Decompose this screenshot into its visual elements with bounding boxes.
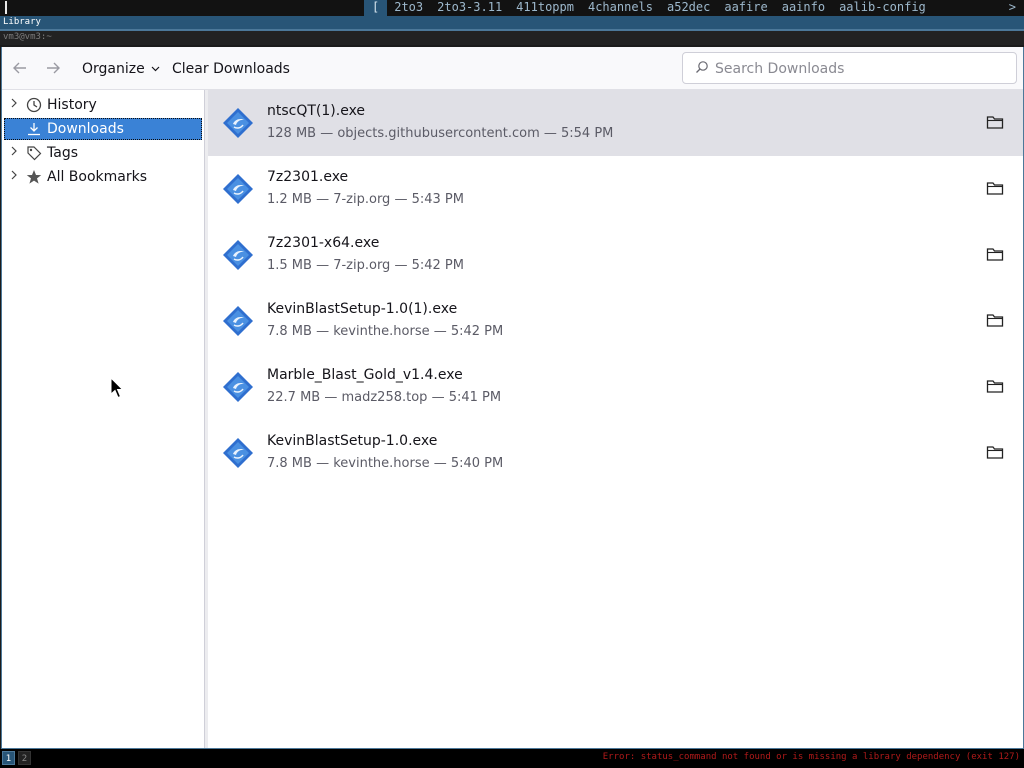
tag-icon [27,146,42,161]
launcher-item[interactable]: 2to3-3.11 [430,0,509,16]
sidebar-item-label: Tags [47,145,78,161]
forward-button[interactable] [43,59,63,79]
chevron-right-icon[interactable] [10,94,20,116]
search-input[interactable] [713,58,1007,80]
organize-label: Organize [82,61,145,77]
sidebar-item-label: All Bookmarks [47,169,148,185]
chevron-right-icon[interactable] [10,142,20,164]
download-details: 7.8 MB — kevinthe.horse — 5:42 PM [267,324,504,339]
download-item[interactable]: 7z2301.exe 1.2 MB — 7-zip.org — 5:43 PM [208,156,1023,222]
search-box[interactable] [682,52,1017,84]
toolbar: Organize Clear Downloads [2,47,1023,90]
download-details: 1.5 MB — 7-zip.org — 5:42 PM [267,258,464,273]
workspace-button[interactable]: 2 [18,751,31,765]
sidebar-item-all-bookmarks[interactable]: All Bookmarks [4,166,202,188]
launcher-item[interactable]: aafire [717,0,774,16]
launcher-item[interactable]: 2to3 [387,0,430,16]
status-bar: 1 2 Error: status_command not found or i… [0,749,1024,768]
launcher-item[interactable]: a52dec [660,0,717,16]
download-item[interactable]: KevinBlastSetup-1.0.exe 7.8 MB — kevinth… [208,420,1023,486]
folder-icon[interactable] [986,180,1004,196]
chevron-down-icon [151,66,160,72]
download-item[interactable]: KevinBlastSetup-1.0(1).exe 7.8 MB — kevi… [208,288,1023,354]
back-button[interactable] [10,59,30,79]
sidebar-item-label: Downloads [47,121,124,137]
clock-icon [26,97,42,113]
exe-file-icon [223,438,253,468]
sidebar-item-tags[interactable]: Tags [4,142,202,164]
download-filename: 7z2301.exe [267,169,349,185]
download-filename: Marble_Blast_Gold_v1.4.exe [267,367,463,383]
downloads-list: ntscQT(1).exe 128 MB — objects.githubuse… [208,90,1023,748]
download-details: 128 MB — objects.githubusercontent.com —… [267,126,614,141]
search-icon [696,61,708,73]
clear-downloads-button[interactable]: Clear Downloads [172,59,290,79]
sidebar-tree: History Downloads Tags All Bookmarks [2,90,205,748]
star-icon [26,170,42,184]
tab-title-bar[interactable]: vm3@vm3:~ [0,31,1024,45]
sidebar-item-label: History [47,97,97,113]
organize-menu-button[interactable]: Organize [82,59,160,79]
tab-title: vm3@vm3:~ [3,32,52,42]
folder-icon[interactable] [986,312,1004,328]
exe-file-icon [223,240,253,270]
folder-icon[interactable] [986,444,1004,460]
download-details: 7.8 MB — kevinthe.horse — 5:40 PM [267,456,504,471]
folder-icon[interactable] [986,246,1004,262]
launcher-more-indicator[interactable]: > [1009,0,1016,15]
launcher-item[interactable]: 411toppm [509,0,581,16]
text-cursor [5,1,7,14]
exe-file-icon [223,108,253,138]
mouse-pointer-icon [110,377,124,399]
launcher-item[interactable]: aainfo [775,0,832,16]
download-filename: KevinBlastSetup-1.0(1).exe [267,301,458,317]
window-title-bar[interactable]: Library [0,16,1024,31]
launcher-item[interactable]: [ [364,0,388,16]
launcher-item[interactable]: 4channels [581,0,660,16]
download-icon [28,123,40,136]
sidebar-item-history[interactable]: History [4,94,202,116]
folder-icon[interactable] [986,114,1004,130]
folder-icon[interactable] [986,378,1004,394]
download-item[interactable]: ntscQT(1).exe 128 MB — objects.githubuse… [208,90,1023,156]
launcher-items: [ 2to3 2to3-3.11 411toppm 4channels a52d… [364,0,933,16]
exe-file-icon [223,174,253,204]
exe-file-icon [223,306,253,336]
library-window: Organize Clear Downloads History [1,47,1024,749]
download-details: 22.7 MB — madz258.top — 5:41 PM [267,390,502,405]
sidebar-item-downloads[interactable]: Downloads [4,118,202,140]
launcher-item[interactable]: aalib-config [832,0,933,16]
arrow-right-icon [47,62,60,74]
exe-file-icon [223,372,253,402]
launcher-bar: [ 2to3 2to3-3.11 411toppm 4channels a52d… [0,0,1024,16]
download-filename: 7z2301-x64.exe [267,235,380,251]
window-title: Library [3,17,41,27]
download-item[interactable]: Marble_Blast_Gold_v1.4.exe 22.7 MB — mad… [208,354,1023,420]
download-details: 1.2 MB — 7-zip.org — 5:43 PM [267,192,464,207]
arrow-left-icon [13,62,26,74]
download-filename: KevinBlastSetup-1.0.exe [267,433,438,449]
download-filename: ntscQT(1).exe [267,103,366,119]
workspace-button[interactable]: 1 [2,751,15,765]
download-item[interactable]: 7z2301-x64.exe 1.5 MB — 7-zip.org — 5:42… [208,222,1023,288]
chevron-right-icon[interactable] [10,166,20,188]
status-error-text: Error: status_command not found or is mi… [602,752,1020,762]
